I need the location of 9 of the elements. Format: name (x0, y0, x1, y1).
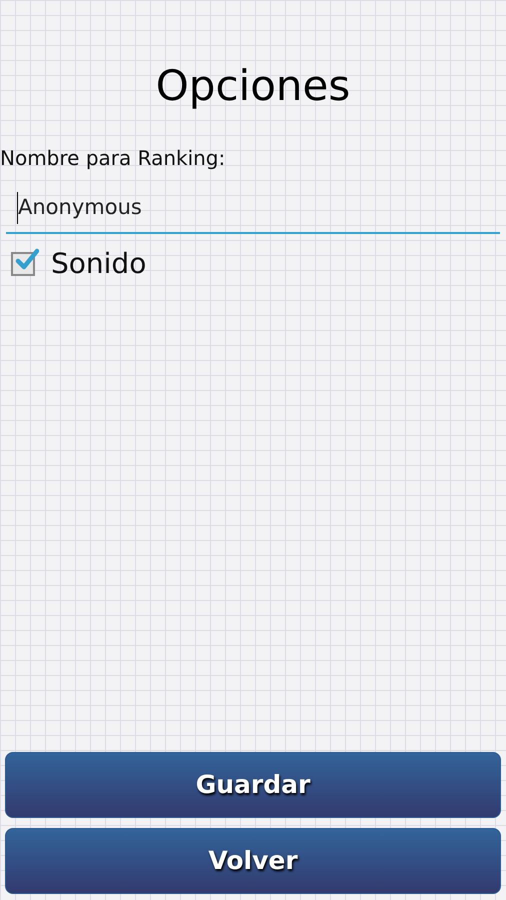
action-button[interactable]: Guardar (5, 752, 501, 818)
name-input-field[interactable]: Anonymous (6, 184, 500, 234)
action-button[interactable]: Volver (5, 828, 501, 894)
field-value: Anonymous (18, 194, 142, 222)
screen-title: Opciones (156, 60, 350, 112)
field-label: Nombre para Ranking: (0, 145, 226, 172)
sound-label: Sonido (51, 246, 146, 282)
checkmark-icon (15, 248, 39, 272)
text-cursor (17, 192, 18, 224)
